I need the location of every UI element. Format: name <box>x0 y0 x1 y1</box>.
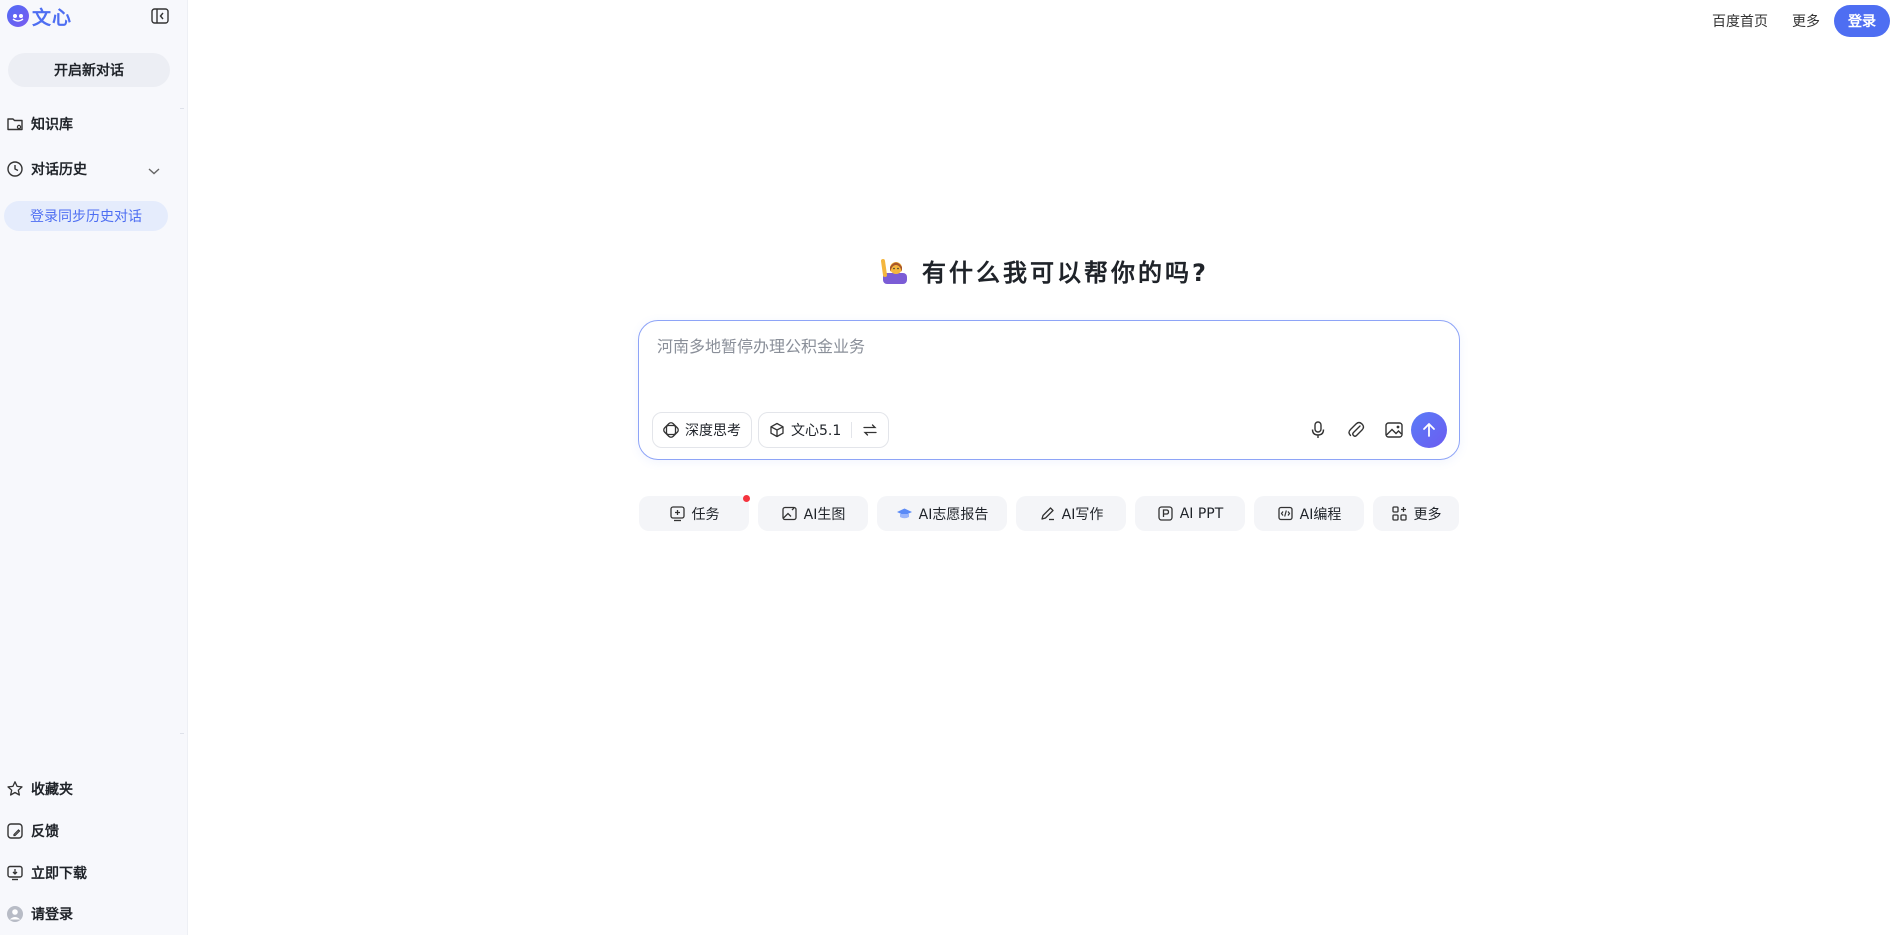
app-root: 文心 开启新对话 知识库 对话历史 登录同步历史对话 收藏夹 反馈 立即下载 请… <box>0 0 1897 935</box>
ppt-icon <box>1158 506 1173 521</box>
quick-action-ai-writing[interactable]: AI写作 <box>1016 496 1126 531</box>
chat-input[interactable] <box>657 333 1437 393</box>
user-avatar-icon <box>7 906 23 922</box>
sidebar-item-label: 反馈 <box>31 824 59 840</box>
quick-action-label: AI写作 <box>1061 506 1104 523</box>
divider <box>851 422 853 438</box>
quick-action-label: AI PPT <box>1179 505 1224 522</box>
logo-text: 文心 <box>32 6 73 29</box>
clock-icon <box>7 161 23 177</box>
apps-icon <box>1391 506 1407 521</box>
more-link[interactable]: 更多 <box>1792 10 1820 32</box>
logo[interactable]: 文心 <box>7 4 73 29</box>
sidebar-item-favorites[interactable]: 收藏夹 <box>6 777 73 801</box>
new-chat-button[interactable]: 开启新对话 <box>8 53 170 87</box>
swap-icon[interactable] <box>862 422 878 438</box>
cube-icon <box>770 422 784 438</box>
sidebar-item-label: 立即下载 <box>31 866 87 882</box>
sidebar-item-login[interactable]: 请登录 <box>6 902 73 926</box>
login-sync-history-button[interactable]: 登录同步历史对话 <box>4 201 168 231</box>
image-gen-icon <box>781 506 797 521</box>
code-icon <box>1277 506 1293 521</box>
paperclip-icon[interactable] <box>1344 418 1368 442</box>
quick-action-label: 更多 <box>1413 506 1442 523</box>
sidebar-item-label: 收藏夹 <box>31 782 73 798</box>
sidebar-item-label: 知识库 <box>31 117 73 133</box>
quick-action-ai-image[interactable]: AI生图 <box>758 496 868 531</box>
model-selector[interactable]: 文心5.1 <box>758 412 890 448</box>
star-icon <box>7 781 23 796</box>
microphone-icon[interactable] <box>1306 418 1330 442</box>
deep-think-toggle[interactable]: 深度思考 <box>652 412 752 448</box>
quick-action-label: AI编程 <box>1299 506 1342 523</box>
graduation-cap-icon <box>896 508 912 519</box>
person-raising-hand-emoji-icon <box>881 259 907 284</box>
notification-dot <box>743 495 750 502</box>
atom-icon <box>663 422 679 438</box>
image-icon[interactable] <box>1382 418 1406 442</box>
deep-think-label: 深度思考 <box>685 423 741 439</box>
task-icon <box>669 506 685 522</box>
quick-action-ai-ppt[interactable]: AI PPT <box>1135 496 1245 531</box>
sidebar-item-label: 对话历史 <box>31 162 87 178</box>
login-button[interactable]: 登录 <box>1834 5 1890 37</box>
wenxin-logo-icon <box>7 5 29 27</box>
quick-action-label: 任务 <box>691 506 720 523</box>
scroll-indicator <box>180 733 184 734</box>
sidebar-item-label: 请登录 <box>31 907 73 923</box>
quick-action-ai-volunteer-report[interactable]: AI志愿报告 <box>877 496 1007 531</box>
quick-action-task[interactable]: 任务 <box>639 496 749 531</box>
chevron-down-icon[interactable] <box>147 161 161 180</box>
quick-action-label: AI志愿报告 <box>918 506 989 523</box>
download-icon <box>7 865 23 881</box>
folder-icon <box>7 118 23 131</box>
send-button[interactable] <box>1411 412 1447 448</box>
scroll-indicator <box>180 108 184 109</box>
quick-action-more[interactable]: 更多 <box>1373 496 1459 531</box>
sidebar-item-chat-history[interactable]: 对话历史 <box>6 157 87 181</box>
greeting-text: 有什么我可以帮你的吗? <box>922 258 1209 287</box>
pen-icon <box>1040 507 1054 521</box>
quick-action-label: AI生图 <box>803 506 846 523</box>
greeting: 有什么我可以帮你的吗? <box>880 252 1209 288</box>
chat-composer: 深度思考 文心5.1 <box>638 320 1460 460</box>
arrow-up-icon <box>1423 423 1435 437</box>
baidu-home-link[interactable]: 百度首页 <box>1712 10 1768 32</box>
sidebar-item-knowledge-base[interactable]: 知识库 <box>6 112 73 136</box>
feedback-icon <box>7 823 23 839</box>
quick-action-ai-coding[interactable]: AI编程 <box>1254 496 1364 531</box>
collapse-sidebar-button[interactable] <box>150 7 170 25</box>
sidebar-item-download[interactable]: 立即下载 <box>6 861 87 885</box>
sidebar-collapse-icon <box>151 8 169 24</box>
sidebar: 文心 开启新对话 知识库 对话历史 登录同步历史对话 收藏夹 反馈 立即下载 请… <box>0 0 188 935</box>
model-label: 文心5.1 <box>791 423 842 439</box>
sidebar-item-feedback[interactable]: 反馈 <box>6 819 59 843</box>
